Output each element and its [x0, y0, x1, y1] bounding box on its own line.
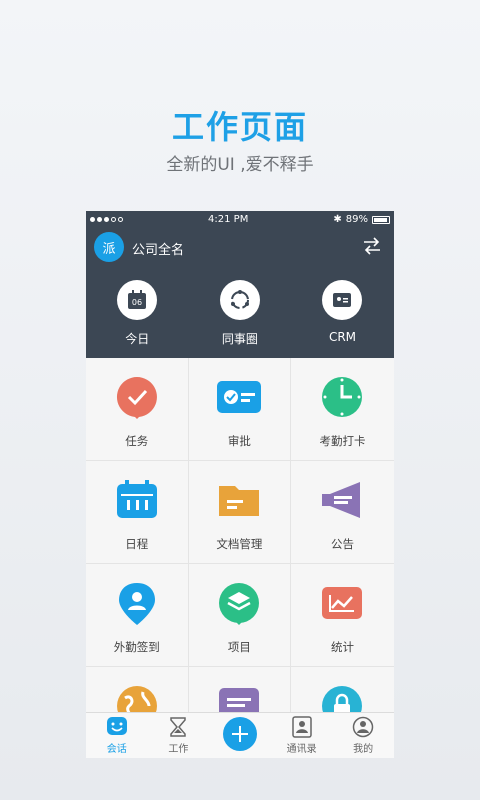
- profile-icon: [352, 716, 374, 738]
- quick-actions: 06 今日 同事圈 CRM: [86, 280, 394, 347]
- hero-title: 工作页面: [171, 108, 308, 146]
- approval-card-icon: [217, 381, 262, 413]
- grid-label: 公告: [330, 537, 354, 551]
- quick-crm[interactable]: CRM: [291, 280, 394, 347]
- quick-crm-label: CRM: [328, 330, 357, 344]
- grid-item-task[interactable]: 任务: [86, 358, 189, 461]
- tab-add[interactable]: [209, 713, 271, 758]
- hourglass-icon: [170, 717, 187, 737]
- grid-label: 文档管理: [216, 537, 263, 551]
- clock-icon: [322, 377, 363, 417]
- tab-contacts[interactable]: 通讯录: [271, 713, 333, 758]
- grid-item-approval[interactable]: 审批: [188, 358, 292, 461]
- grid-label: 考勤打卡: [319, 434, 366, 448]
- tab-contacts-label: 通讯录: [286, 744, 317, 755]
- battery-level: 89%: [345, 214, 368, 225]
- quick-colleagues[interactable]: 同事圈: [189, 280, 292, 347]
- grid-label: 任务: [125, 434, 149, 448]
- chat-smile-icon: [106, 717, 127, 735]
- grid-item-statistics[interactable]: 统计: [291, 564, 394, 667]
- grid-item-project[interactable]: 项目: [188, 564, 292, 667]
- grid-item-announcement[interactable]: 公告: [291, 461, 394, 564]
- tab-work-label: 工作: [168, 744, 189, 755]
- grid-item-field-checkin[interactable]: 外勤签到: [86, 564, 189, 667]
- feature-grid: 任务 审批 考勤打卡 日程 文档管理 公告 外勤签到 项目 统计: [86, 358, 394, 758]
- tab-work[interactable]: 工作: [148, 713, 210, 758]
- task-check-icon: [116, 377, 157, 419]
- grid-label: 项目: [227, 640, 251, 654]
- chart-icon: [322, 587, 363, 619]
- tab-chat[interactable]: 会话: [86, 713, 148, 758]
- grid-label: 日程: [125, 537, 149, 551]
- quick-today-label: 今日: [125, 332, 150, 346]
- quick-colleagues-label: 同事圈: [221, 332, 258, 346]
- tab-bar: 会话 工作 通讯录 我的: [86, 712, 394, 758]
- battery-icon: [371, 215, 390, 224]
- layers-icon: [219, 583, 260, 625]
- bluetooth-icon: ✱: [333, 214, 342, 225]
- app-header: 派 公司全名 06 今日 同事圈 CRM: [86, 228, 394, 358]
- tab-chat-label: 会话: [106, 744, 127, 755]
- status-time: 4:21 PM: [208, 214, 249, 225]
- contact-card-icon: [333, 293, 352, 307]
- location-pin-icon: [118, 583, 155, 625]
- company-name: 公司全名: [132, 243, 185, 258]
- calendar-badge: 06: [132, 298, 142, 307]
- megaphone-icon: [322, 482, 361, 518]
- switch-icon[interactable]: [362, 236, 382, 256]
- plus-icon: [231, 726, 248, 742]
- signal-icon: [90, 217, 123, 222]
- grid-label: 外勤签到: [113, 640, 160, 654]
- grid-item-attendance[interactable]: 考勤打卡: [291, 358, 394, 461]
- grid-item-documents[interactable]: 文档管理: [188, 461, 292, 564]
- grid-label: 统计: [330, 640, 354, 654]
- calendar-today-icon: 06: [128, 290, 147, 309]
- folder-icon: [219, 486, 260, 516]
- status-bar: 4:21 PM ✱ 89%: [86, 211, 394, 228]
- grid-item-schedule[interactable]: 日程: [86, 461, 189, 564]
- circle-refresh-icon: [230, 290, 249, 309]
- tab-mine[interactable]: 我的: [332, 713, 394, 758]
- quick-today[interactable]: 06 今日: [86, 280, 189, 347]
- hero-subtitle: 全新的UI ,爱不释手: [166, 155, 314, 175]
- phone-screen: 4:21 PM ✱ 89% 派 公司全名 06 今日 同事圈 CRM 任务 审批…: [86, 211, 394, 758]
- tab-mine-label: 我的: [353, 744, 374, 755]
- contacts-icon: [291, 716, 312, 738]
- avatar[interactable]: 派: [94, 232, 124, 262]
- calendar-icon: [116, 480, 157, 518]
- grid-label: 审批: [227, 434, 251, 448]
